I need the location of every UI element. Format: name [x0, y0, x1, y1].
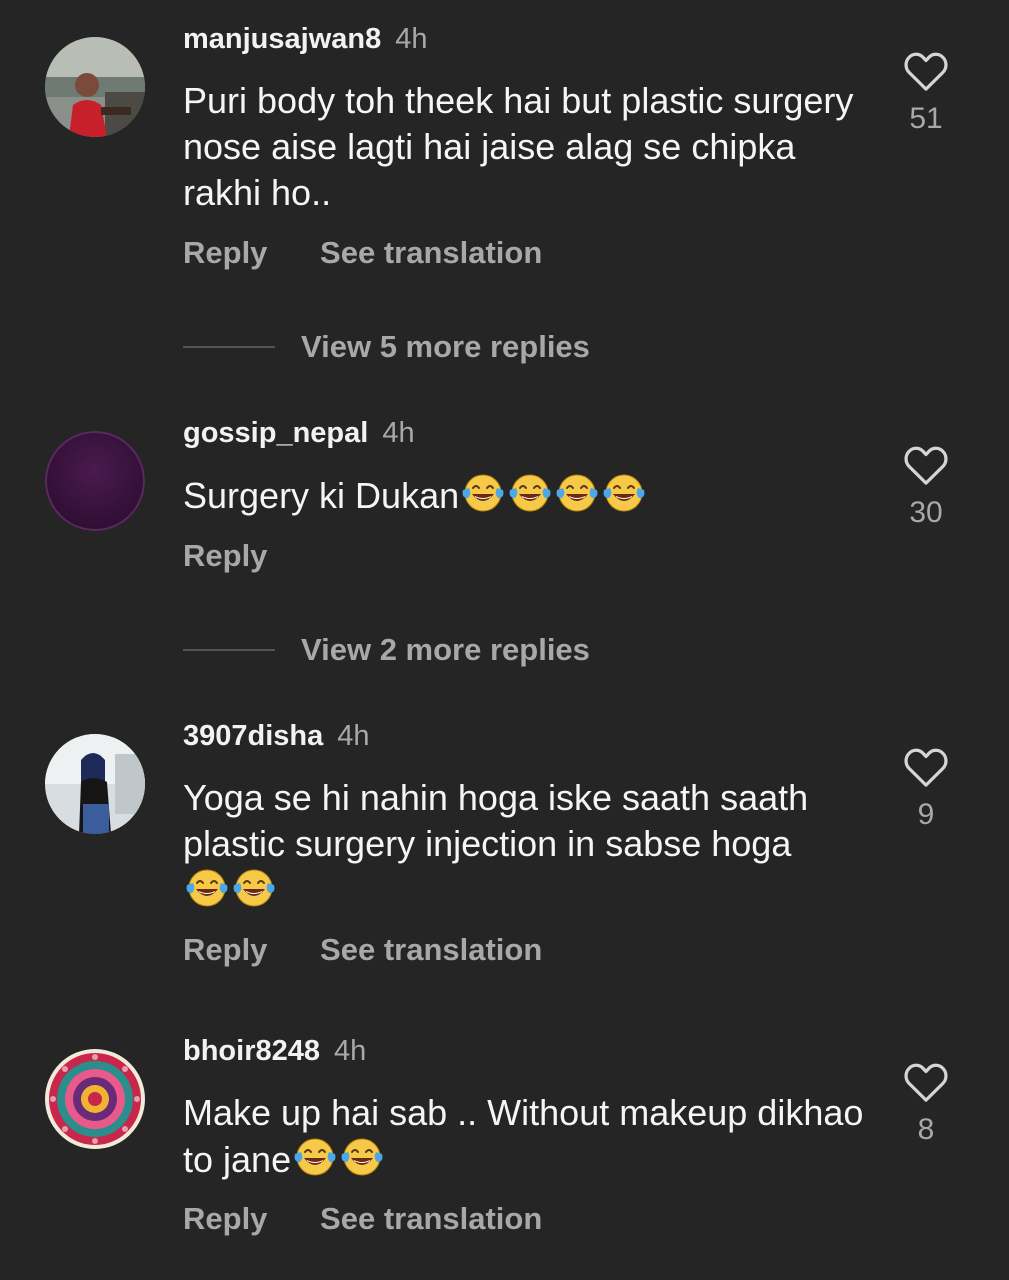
tears-of-joy-emoji-icon [233, 869, 275, 907]
like-count: 30 [909, 496, 943, 529]
comment-text: Surgery ki Dukan [183, 472, 883, 519]
view-more-replies[interactable]: View 5 more replies [183, 329, 590, 369]
comment-text: Puri body toh theek hai but plastic surg… [183, 78, 883, 216]
avatar-image [45, 1049, 145, 1149]
like-control: 51 [898, 50, 954, 136]
comment-actions: Reply See translation [183, 1201, 542, 1237]
reply-button[interactable]: Reply [183, 1201, 267, 1236]
view-replies-label[interactable]: View 2 more replies [301, 632, 590, 667]
comment-meta: 3907disha 4h [183, 719, 370, 753]
heart-icon[interactable] [903, 50, 949, 92]
tears-of-joy-emoji-icon [462, 474, 504, 512]
heart-icon[interactable] [903, 1061, 949, 1103]
tears-of-joy-emoji-icon [294, 1138, 336, 1176]
username[interactable]: gossip_nepal [183, 417, 368, 449]
see-translation-button[interactable]: See translation [320, 1201, 542, 1236]
emoji-row [183, 869, 277, 911]
see-translation-button[interactable]: See translation [320, 235, 542, 270]
timestamp: 4h [337, 720, 370, 752]
emoji-row [459, 474, 647, 516]
avatar-image [45, 734, 145, 834]
tears-of-joy-emoji-icon [509, 474, 551, 512]
like-control: 9 [898, 746, 954, 832]
like-control: 30 [898, 444, 954, 530]
comment-text-body: Puri body toh theek hai but plastic surg… [183, 80, 854, 213]
comment-text: Yoga se hi nahin hoga iske saath saath p… [183, 775, 883, 914]
timestamp: 4h [382, 417, 415, 449]
username[interactable]: manjusajwan8 [183, 23, 381, 55]
tears-of-joy-emoji-icon [186, 869, 228, 907]
heart-icon[interactable] [903, 746, 949, 788]
comment-meta: gossip_nepal 4h [183, 416, 415, 450]
avatar[interactable] [45, 37, 145, 137]
see-translation-button[interactable]: See translation [320, 932, 542, 967]
like-count: 8 [917, 1113, 935, 1146]
avatar-image [45, 431, 145, 531]
reply-button[interactable]: Reply [183, 235, 267, 270]
comment-actions: Reply [183, 538, 267, 574]
comment-text: Make up hai sab .. Without makeup dikhao… [183, 1090, 883, 1183]
heart-icon[interactable] [903, 444, 949, 486]
avatar-image [45, 37, 145, 137]
comment-actions: Reply See translation [183, 235, 542, 271]
divider-line [183, 649, 275, 651]
tears-of-joy-emoji-icon [603, 474, 645, 512]
comment-actions: Reply See translation [183, 932, 542, 968]
view-replies-label[interactable]: View 5 more replies [301, 329, 590, 364]
tears-of-joy-emoji-icon [341, 1138, 383, 1176]
username[interactable]: 3907disha [183, 720, 323, 752]
tears-of-joy-emoji-icon [556, 474, 598, 512]
comment-text-body: Surgery ki Dukan [183, 475, 460, 516]
username[interactable]: bhoir8248 [183, 1035, 320, 1067]
avatar[interactable] [45, 431, 145, 531]
avatar[interactable] [45, 734, 145, 834]
comment-text-body: Yoga se hi nahin hoga iske saath saath p… [183, 777, 809, 864]
comment-text-body: Make up hai sab .. Without makeup dikhao… [183, 1092, 864, 1180]
avatar[interactable] [45, 1049, 145, 1149]
comment-meta: manjusajwan8 4h [183, 22, 428, 56]
timestamp: 4h [334, 1035, 367, 1067]
emoji-row [291, 1138, 385, 1180]
like-count: 9 [917, 798, 935, 831]
divider-line [183, 346, 275, 348]
timestamp: 4h [395, 23, 428, 55]
like-control: 8 [898, 1061, 954, 1147]
like-count: 51 [909, 102, 943, 135]
reply-button[interactable]: Reply [183, 932, 267, 967]
reply-button[interactable]: Reply [183, 538, 267, 573]
comment-meta: bhoir8248 4h [183, 1034, 366, 1068]
view-more-replies[interactable]: View 2 more replies [183, 632, 590, 672]
